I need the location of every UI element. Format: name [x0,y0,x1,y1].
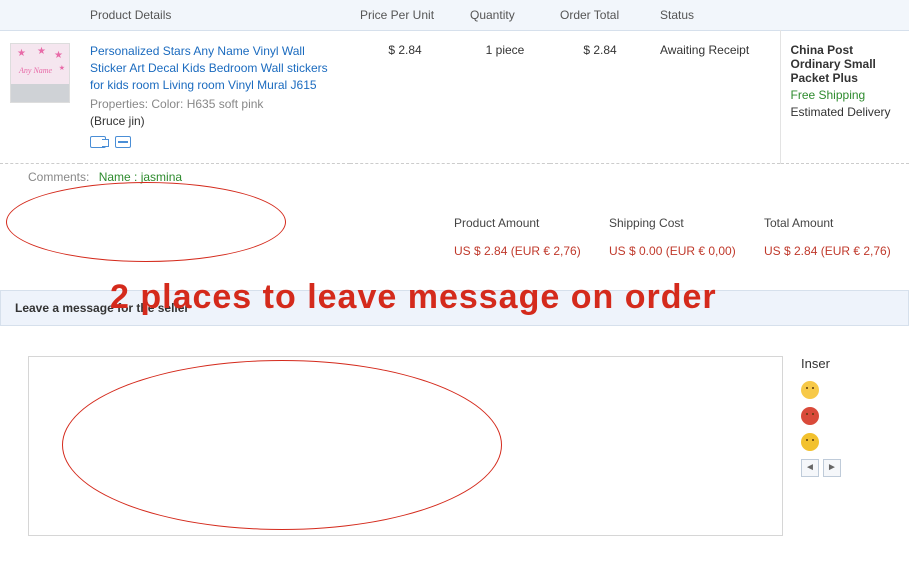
emoji-wink-icon[interactable] [801,433,819,451]
message-textarea[interactable] [28,356,783,536]
status-value: Awaiting Receipt [650,31,780,164]
free-shipping-label: Free Shipping [791,88,900,102]
order-header-row: Product Details Price Per Unit Quantity … [0,0,909,31]
seller-name: (Bruce jin) [90,114,340,128]
product-properties: Properties: Color: H635 soft pink [90,97,340,111]
col-price: Price Per Unit [350,0,460,31]
order-item-row: ★ ★ ★ ★ Any Name Personalized Stars Any … [0,31,909,164]
quantity-value: 1 piece [460,31,550,164]
order-total-value: $ 2.84 [550,31,650,164]
comments-label: Comments: [28,170,89,184]
leave-message-header: Leave a message for the seller [0,290,909,326]
emoji-pager: ◄ ► [801,459,881,477]
col-product-details: Product Details [80,0,350,31]
col-qty: Quantity [460,0,550,31]
emoji-smile-icon[interactable] [801,381,819,399]
col-status: Status [650,0,780,31]
val-total-amount: US $ 2.84 (EUR € 2,76) [754,238,907,264]
th-shipping-cost: Shipping Cost [599,210,752,236]
val-product-amount: US $ 2.84 (EUR € 2,76) [444,238,597,264]
price-per-unit-value: $ 2.84 [350,31,460,164]
product-title-link[interactable]: Personalized Stars Any Name Vinyl Wall S… [90,43,340,93]
th-total-amount: Total Amount [754,210,907,236]
comments-row: Comments: Name : jasmina [0,164,909,199]
shipping-icon[interactable] [90,136,106,148]
th-product-amount: Product Amount [444,210,597,236]
shipping-method: China Post Ordinary Small Packet Plus [791,43,900,85]
emoji-prev-button[interactable]: ◄ [801,459,819,477]
payment-icon[interactable] [115,136,131,148]
emoji-panel-title: Inser [801,356,881,371]
col-order-total: Order Total [550,0,650,31]
order-table: Product Details Price Per Unit Quantity … [0,0,909,198]
emoji-laugh-icon[interactable] [801,407,819,425]
totals-block: Product Amount Shipping Cost Total Amoun… [0,198,909,284]
estimated-delivery: Estimated Delivery [791,105,900,119]
comments-value: Name : jasmina [99,170,182,184]
emoji-panel: Inser ◄ ► [801,356,881,536]
val-shipping-cost: US $ 0.00 (EUR € 0,00) [599,238,752,264]
product-thumbnail[interactable]: ★ ★ ★ ★ Any Name [10,43,70,103]
emoji-next-button[interactable]: ► [823,459,841,477]
